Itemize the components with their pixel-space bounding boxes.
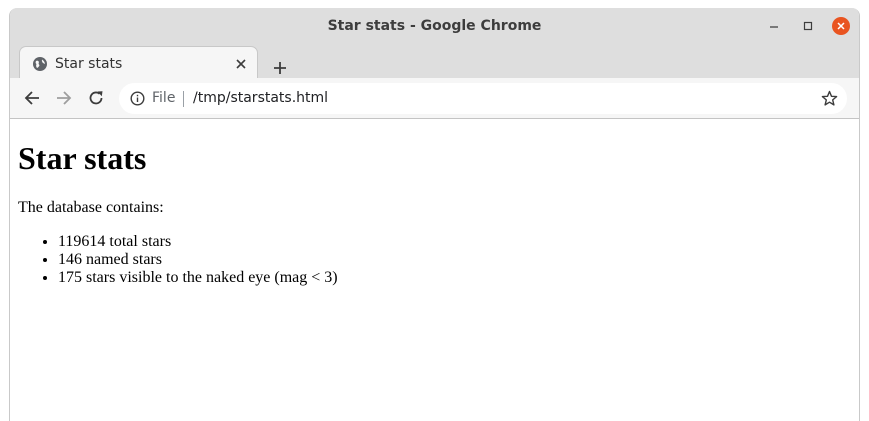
stats-list: 119614 total stars 146 named stars 175 s… (18, 233, 338, 287)
url-scheme-label: File (152, 90, 176, 106)
arrow-right-icon[interactable] (54, 88, 74, 108)
address-bar[interactable]: File /tmp/starstats.html (119, 83, 847, 114)
browser-window: Star stats - Google Chrome Star stats Fi… (9, 8, 860, 421)
page-title: Star stats (18, 140, 147, 176)
list-item: 119614 total stars (58, 233, 338, 251)
title-bar: Star stats - Google Chrome (10, 8, 859, 45)
close-window-button[interactable] (832, 17, 850, 35)
info-icon[interactable] (130, 91, 145, 106)
tab-title: Star stats (55, 56, 123, 72)
plus-icon[interactable] (272, 60, 288, 76)
close-icon[interactable] (234, 57, 248, 71)
maximize-icon (803, 21, 813, 31)
minimize-button[interactable] (765, 17, 783, 35)
list-item: 146 named stars (58, 251, 338, 269)
url-text[interactable]: /tmp/starstats.html (193, 83, 328, 114)
arrow-left-icon[interactable] (22, 88, 42, 108)
intro-text: The database contains: (18, 199, 164, 216)
list-item: 175 stars visible to the naked eye (mag … (58, 269, 338, 287)
window-title: Star stats - Google Chrome (327, 18, 542, 34)
globe-icon (33, 57, 47, 71)
star-icon[interactable] (821, 90, 838, 107)
page-content: Star stats The database contains: 119614… (10, 119, 859, 421)
omnibox-separator (183, 91, 184, 107)
browser-toolbar: File /tmp/starstats.html (10, 78, 859, 119)
reload-icon[interactable] (86, 88, 106, 108)
maximize-button[interactable] (799, 17, 817, 35)
minimize-icon (770, 26, 778, 28)
close-icon (837, 22, 845, 30)
